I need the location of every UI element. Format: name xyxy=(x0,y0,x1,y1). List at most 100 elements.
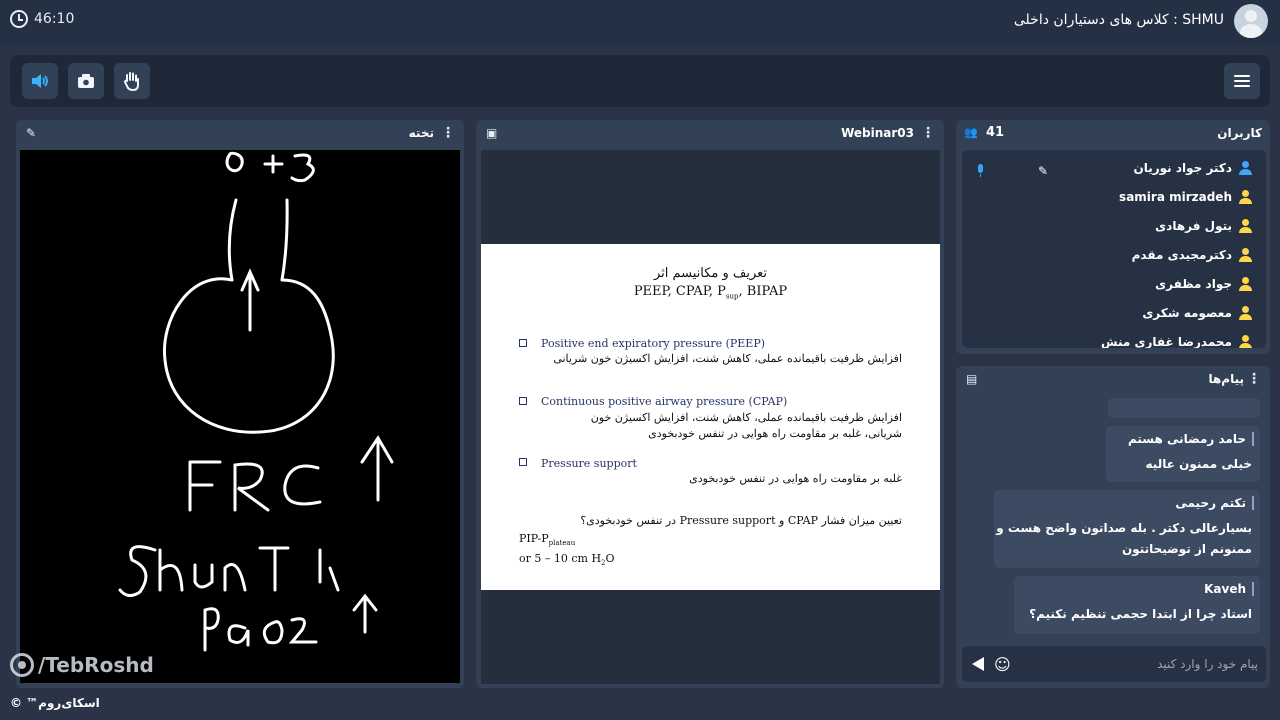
message-input[interactable] xyxy=(1048,654,1258,674)
message-input-bar: ☺ xyxy=(962,646,1266,682)
hamburger-icon xyxy=(1234,75,1250,77)
slide-title-en-main: PEEP, CPAP, P xyxy=(633,284,726,299)
slide-range: or 5 – 10 cm H2O xyxy=(519,552,615,567)
top-bar: 46:10 SHMU : کلاس های دستیاران داخلی xyxy=(0,0,1280,44)
message-text: خیلی ممنون عالیه xyxy=(1145,457,1252,471)
microphone-icon[interactable] xyxy=(976,164,985,178)
footer-brand: اسکای‌روم™ © xyxy=(10,696,100,710)
hand-icon xyxy=(123,72,139,91)
drawn-letter-T xyxy=(258,546,290,592)
user-icon xyxy=(1238,248,1252,262)
slide-item-2-fa-1: افزایش ظرفیت باقیمانده عملی، کاهش شنت، ا… xyxy=(590,411,902,424)
bullet-icon xyxy=(519,339,527,347)
avatar[interactable] xyxy=(1234,4,1268,38)
user-icon xyxy=(1238,190,1252,204)
drawn-tube-right xyxy=(280,198,289,282)
chat-icon: ▤ xyxy=(966,372,978,386)
presentation-slide: تعریف و مکانیسم اثر PEEP, CPAP, Psup, BI… xyxy=(481,244,940,590)
drawn-arrow-up-3 xyxy=(352,593,378,634)
user-name: جواد مظفری xyxy=(1155,277,1232,291)
users-count: 41 xyxy=(986,125,1005,140)
webinar-options-icon[interactable]: ⋮ xyxy=(921,125,935,141)
hamburger-icon-line xyxy=(1234,85,1250,87)
webinar-header: ▣ Webinar03 ⋮ xyxy=(476,120,944,148)
user-item[interactable]: دکتر جواد نوریان xyxy=(1133,157,1252,179)
drawn-digit-2 xyxy=(288,617,318,644)
message-list[interactable]: حامد رمضانی هستم خیلی ممنون عالیه تکتم رحی… xyxy=(962,398,1266,636)
message-item-partial xyxy=(1108,398,1260,418)
user-name: samira mirzadeh xyxy=(1119,190,1232,204)
drawn-tube-left xyxy=(227,198,238,282)
message-text: ممنونم از توضیحاتتون xyxy=(1121,542,1252,556)
users-group-icon: 👥 xyxy=(964,126,978,139)
brush-icon[interactable]: ✎ xyxy=(26,126,36,140)
message-item: حامد رمضانی هستم خیلی ممنون عالیه xyxy=(1106,426,1260,482)
user-item[interactable]: جواد مظفری xyxy=(1155,273,1252,295)
messages-header: ▤ پیام‌ها ⋮ xyxy=(956,366,1270,394)
speaker-button[interactable] xyxy=(22,63,58,99)
messages-title: پیام‌ها xyxy=(1208,372,1244,386)
clock-icon xyxy=(10,10,28,28)
slide-item-3-fa: غلبه بر مقاومت راه هوایی در تنفس خودبخود… xyxy=(689,472,902,485)
slide-item-2-fa-2: شریانی، غلبه بر مقاومت راه هوایی در تنفس… xyxy=(648,427,902,440)
slide-question: تعیین میزان فشار CPAP و Pressure support… xyxy=(580,514,902,527)
message-item: Kaveh استاد چرا از ابتدا حجمی تنظیم نکنیم… xyxy=(1014,576,1260,634)
message-text: استاد چرا از ابتدا حجمی تنظیم نکنیم؟ xyxy=(1029,607,1252,621)
drawn-digit-3 xyxy=(290,153,315,183)
drawn-letter-o xyxy=(262,620,284,645)
hamburger-icon-line xyxy=(1234,80,1250,82)
slide-range-prefix: or 5 – 10 cm H xyxy=(519,552,602,565)
send-icon[interactable] xyxy=(972,657,984,671)
user-name: بتول فرهادی xyxy=(1155,219,1232,233)
messages-options-icon[interactable]: ⋮ xyxy=(1247,371,1261,387)
message-sender: Kaveh xyxy=(1204,582,1254,596)
user-name: محمدرضا غفاری منش xyxy=(1101,335,1232,348)
users-header: 👥 41 کاربران xyxy=(956,120,1270,148)
webinar-title: Webinar03 xyxy=(841,126,914,140)
room-title: SHMU : کلاس های دستیاران داخلی xyxy=(1013,12,1224,28)
message-sender: حامد رمضانی هستم xyxy=(1128,432,1254,446)
camera-button[interactable] xyxy=(68,63,104,99)
whiteboard-canvas[interactable] xyxy=(20,150,460,683)
briefcase-icon[interactable]: ▣ xyxy=(486,126,497,140)
drawn-letter-h xyxy=(158,548,184,592)
slide-formula-main: PIP-P xyxy=(519,532,549,545)
user-item[interactable]: معصومه شکری xyxy=(1142,302,1252,324)
whiteboard-title: تخته xyxy=(408,126,434,140)
whiteboard-drawing xyxy=(118,151,394,652)
user-name: دکترمجیدی مقدم xyxy=(1131,248,1232,262)
drawn-letter-a xyxy=(227,624,250,647)
user-icon xyxy=(1238,161,1252,175)
bullet-icon xyxy=(519,397,527,405)
user-icon xyxy=(1238,335,1252,348)
slide-title-sub: sup xyxy=(725,292,739,301)
slide-item-1-en: Positive end expiratory pressure (PEEP) xyxy=(541,337,766,350)
film-reel-icon xyxy=(10,653,34,677)
user-name: معصومه شکری xyxy=(1142,306,1232,320)
slide-formula: PIP-Pplateau xyxy=(519,532,575,547)
user-list: ✎ دکتر جواد نوریان samira mirzadeh بتول فر… xyxy=(962,150,1266,348)
drawn-letter-R xyxy=(233,462,270,512)
user-icon xyxy=(1238,306,1252,320)
whiteboard-header: ✎ تخته ⋮ xyxy=(16,120,464,148)
brush-permission-icon[interactable]: ✎ xyxy=(1038,164,1048,178)
slide-range-suffix: O xyxy=(605,552,615,565)
user-item[interactable]: دکترمجیدی مقدم xyxy=(1132,244,1252,266)
hamburger-menu-button[interactable] xyxy=(1224,63,1260,99)
session-timer: 46:10 xyxy=(10,10,74,28)
emoji-icon[interactable]: ☺ xyxy=(994,655,1011,674)
whiteboard-options-icon[interactable]: ⋮ xyxy=(441,125,455,141)
raise-hand-button[interactable] xyxy=(114,63,150,99)
drawn-letter-P xyxy=(203,607,220,652)
user-name: دکتر جواد نوریان xyxy=(1133,161,1233,175)
channel-watermark: /TebRoshd xyxy=(10,653,154,677)
user-item[interactable]: محمدرضا غفاری منش xyxy=(1101,331,1252,348)
user-item[interactable]: samira mirzadeh xyxy=(1119,186,1252,208)
slide-title-en-end: , BIPAP xyxy=(738,284,788,299)
slide-title-en: PEEP, CPAP, Psup, BIPAP xyxy=(481,284,940,301)
users-title: کاربران xyxy=(1217,126,1262,140)
message-text: بسیارعالی دکتر . بله صداتون واضح هست و xyxy=(996,521,1252,535)
camera-icon xyxy=(78,74,94,88)
user-item[interactable]: بتول فرهادی xyxy=(1155,215,1252,237)
drawn-arrow-up-2 xyxy=(360,435,394,502)
